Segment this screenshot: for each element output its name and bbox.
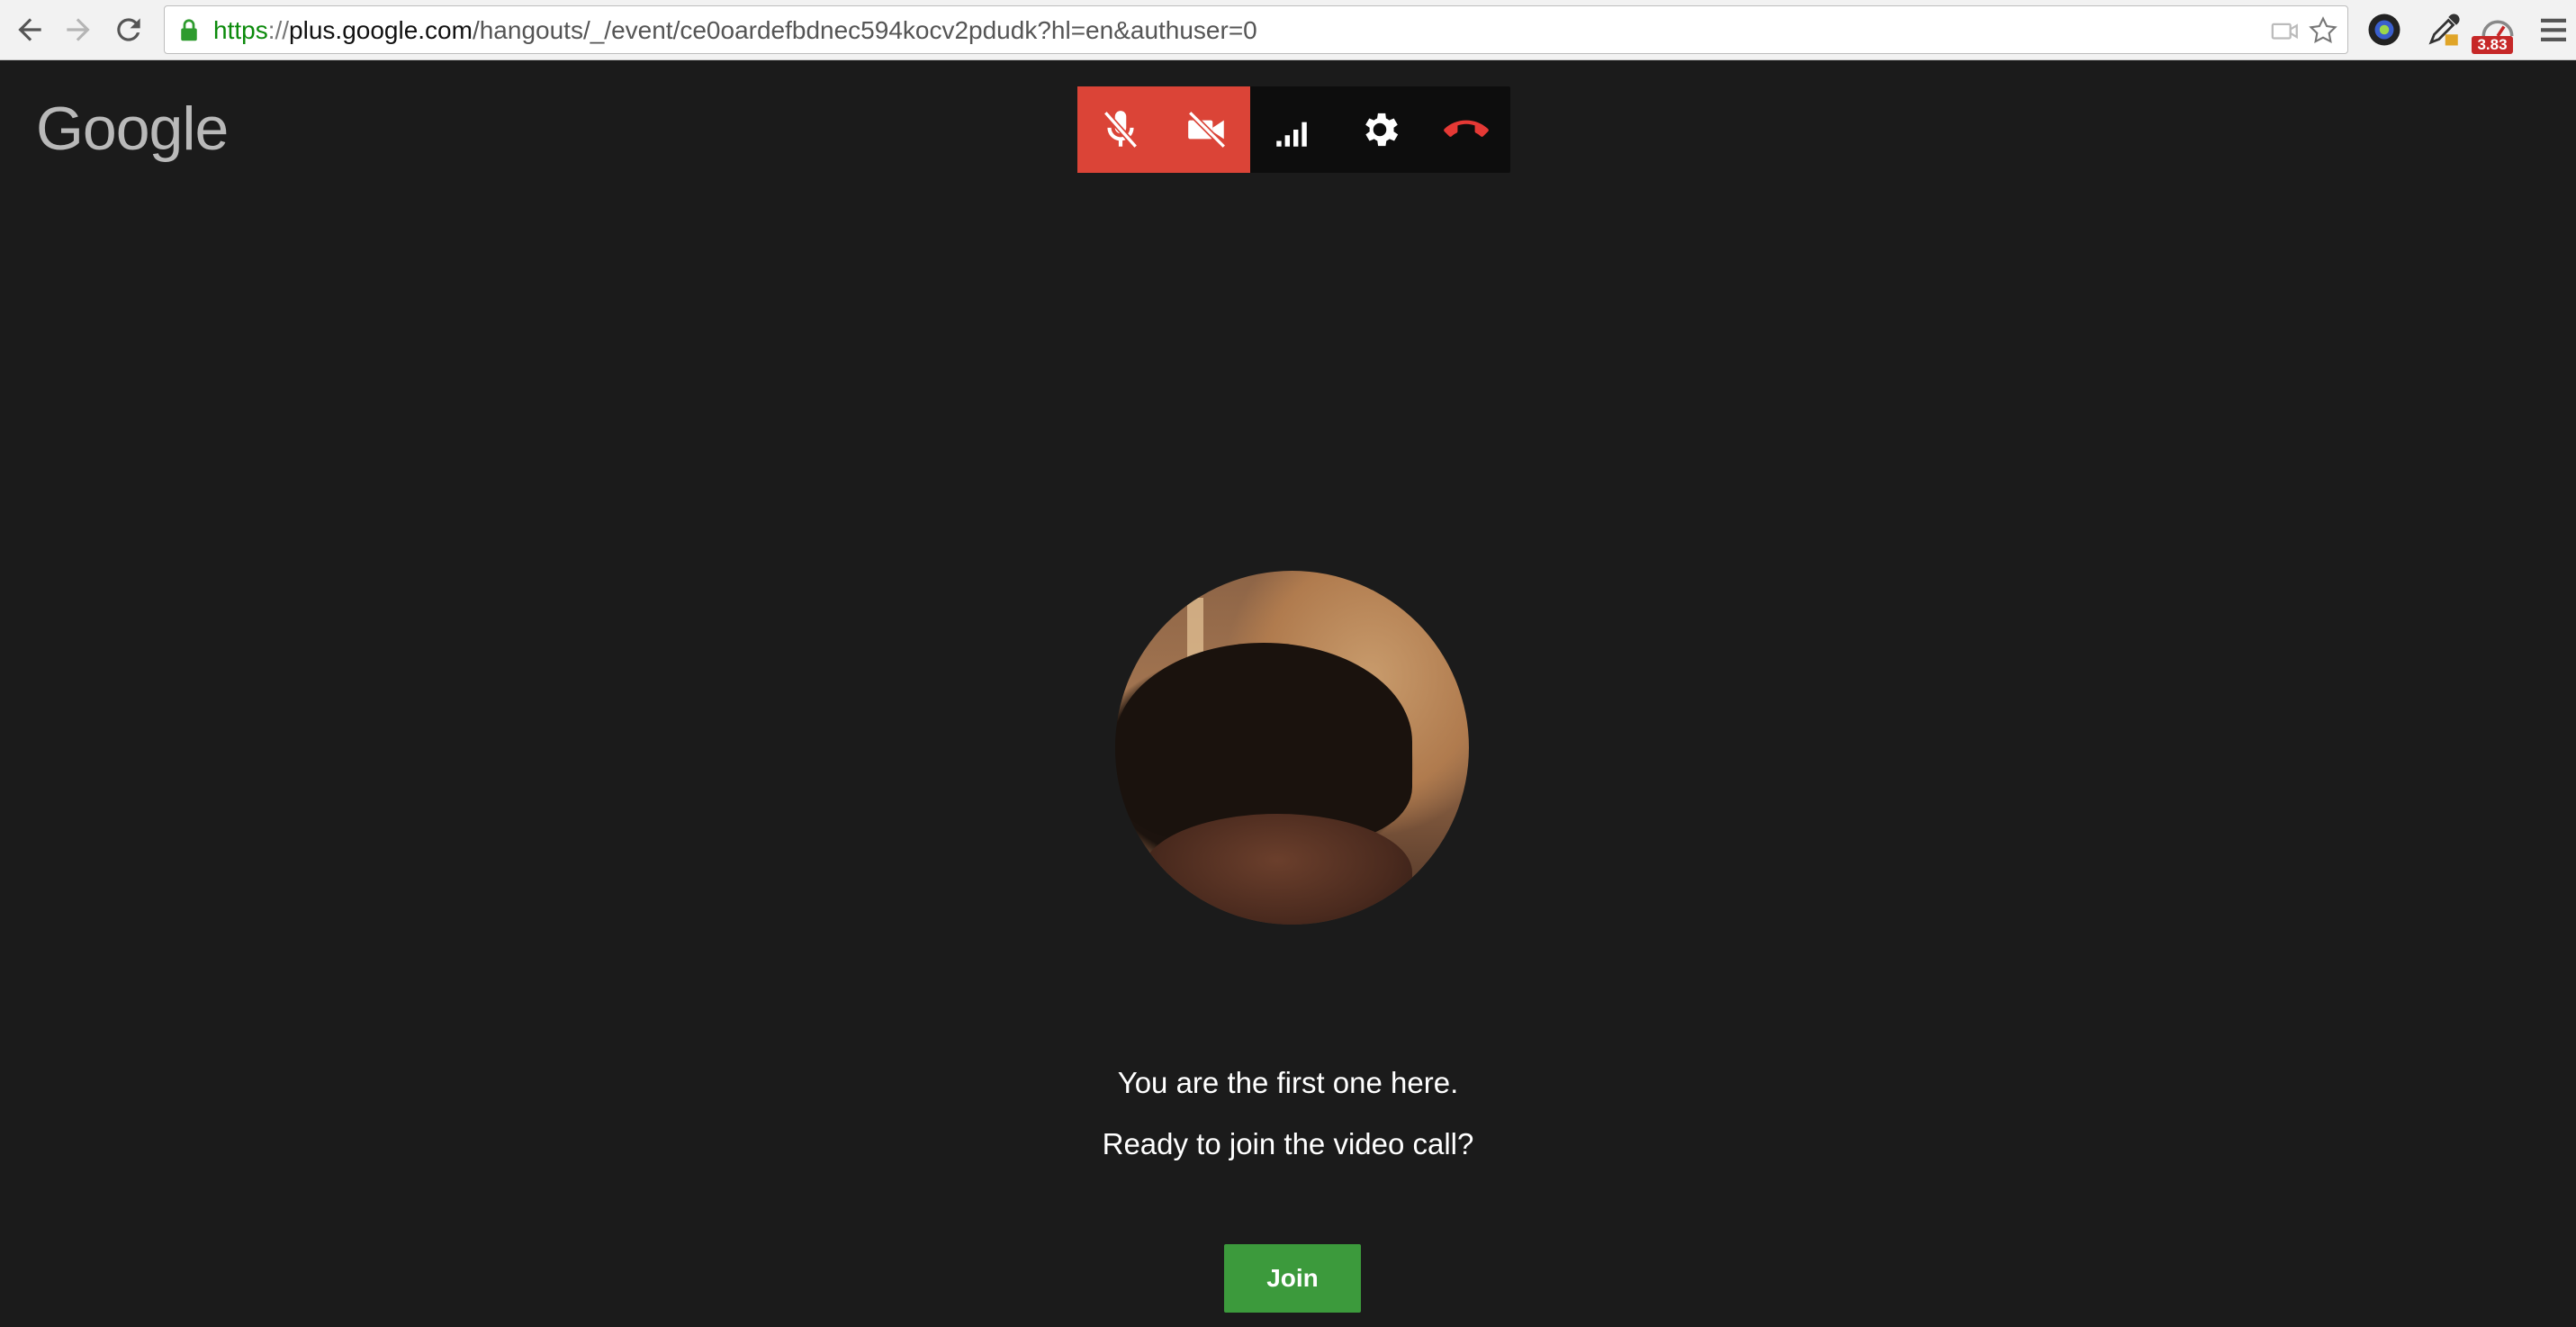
forward-button[interactable] (56, 7, 101, 52)
join-button[interactable]: Join (1224, 1244, 1361, 1313)
eyedropper-icon (2428, 14, 2460, 46)
reload-button[interactable] (106, 7, 151, 52)
google-logo: Google (36, 95, 229, 163)
reload-icon (117, 18, 140, 41)
camera-extension-button[interactable] (2362, 7, 2407, 52)
eyedropper-extension-button[interactable] (2421, 7, 2466, 52)
mute-mic-button[interactable] (1077, 86, 1164, 173)
browser-toolbar: https://plus.google.com/hangouts/_/event… (0, 0, 2576, 60)
chrome-menu-button[interactable] (2531, 7, 2576, 52)
lock-icon (181, 19, 197, 41)
url-path: /hangouts/_/event/ce0oardefbdnec594kocv2… (472, 16, 1257, 44)
call-controls-bar (1077, 86, 1510, 173)
video-off-icon (1187, 110, 1227, 149)
bookmark-star-icon[interactable] (2307, 15, 2339, 46)
url-text: https://plus.google.com/hangouts/_/event… (213, 17, 1257, 44)
camera-blocked-icon[interactable] (2269, 15, 2301, 46)
first-one-message: You are the first one here. (1117, 1066, 1459, 1099)
menu-icon (2541, 18, 2566, 41)
video-off-button[interactable] (1164, 86, 1250, 173)
hang-up-icon (1444, 120, 1489, 137)
url-separator: :// (267, 16, 290, 44)
address-bar[interactable]: https://plus.google.com/hangouts/_/event… (164, 5, 2348, 54)
camera-extension-icon (2368, 14, 2400, 46)
hangouts-page: Google You are the first one here. Ready… (0, 61, 2576, 1327)
mic-off-icon (1103, 111, 1139, 149)
back-button[interactable] (7, 7, 52, 52)
signal-bars-icon (1276, 122, 1307, 147)
hang-up-button[interactable] (1423, 86, 1509, 173)
settings-button[interactable] (1337, 86, 1423, 173)
extension-badge: 3.83 (2472, 36, 2513, 54)
self-video-preview (1115, 571, 1469, 925)
forward-icon (67, 18, 90, 41)
url-host: plus.google.com (289, 16, 473, 44)
url-scheme: https (213, 16, 268, 44)
gear-icon (1365, 113, 1399, 147)
back-icon (18, 18, 41, 41)
ready-to-join-message: Ready to join the video call? (1102, 1127, 1474, 1160)
bandwidth-button[interactable] (1250, 86, 1337, 173)
